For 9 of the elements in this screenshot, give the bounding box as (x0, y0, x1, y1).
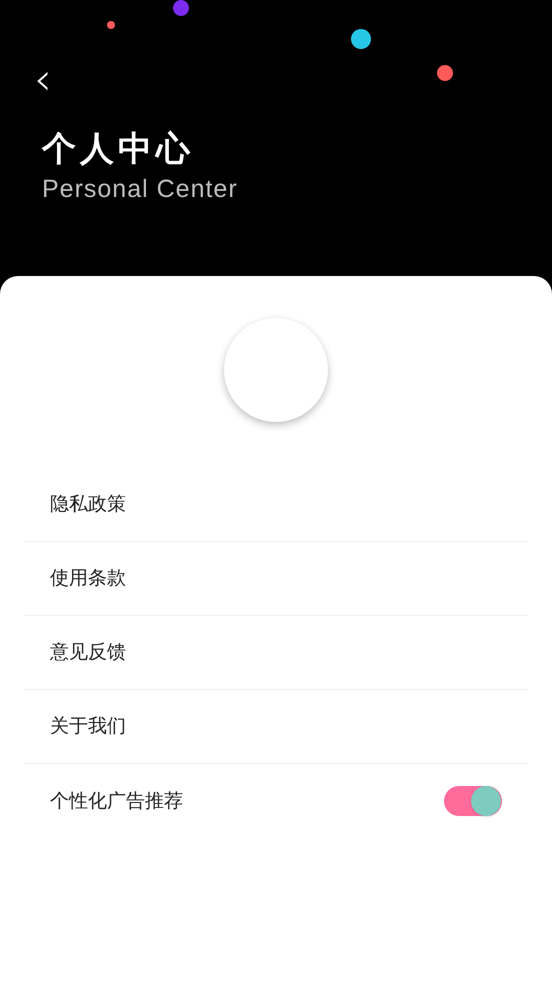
menu-item[interactable]: 意见反馈 (50, 638, 126, 667)
menu-item[interactable]: 个性化广告推荐 (50, 786, 183, 816)
back-button[interactable]: ‹ (34, 58, 52, 102)
menu-item[interactable]: 隐私政策 (50, 490, 126, 519)
page-title: 个人中心 (42, 128, 195, 170)
page-subtitle: Personal Center (42, 174, 239, 204)
menu-item[interactable]: 关于我们 (50, 712, 126, 741)
menu-item[interactable]: 使用条款 (50, 564, 126, 593)
toggle-switch[interactable] (444, 786, 502, 816)
